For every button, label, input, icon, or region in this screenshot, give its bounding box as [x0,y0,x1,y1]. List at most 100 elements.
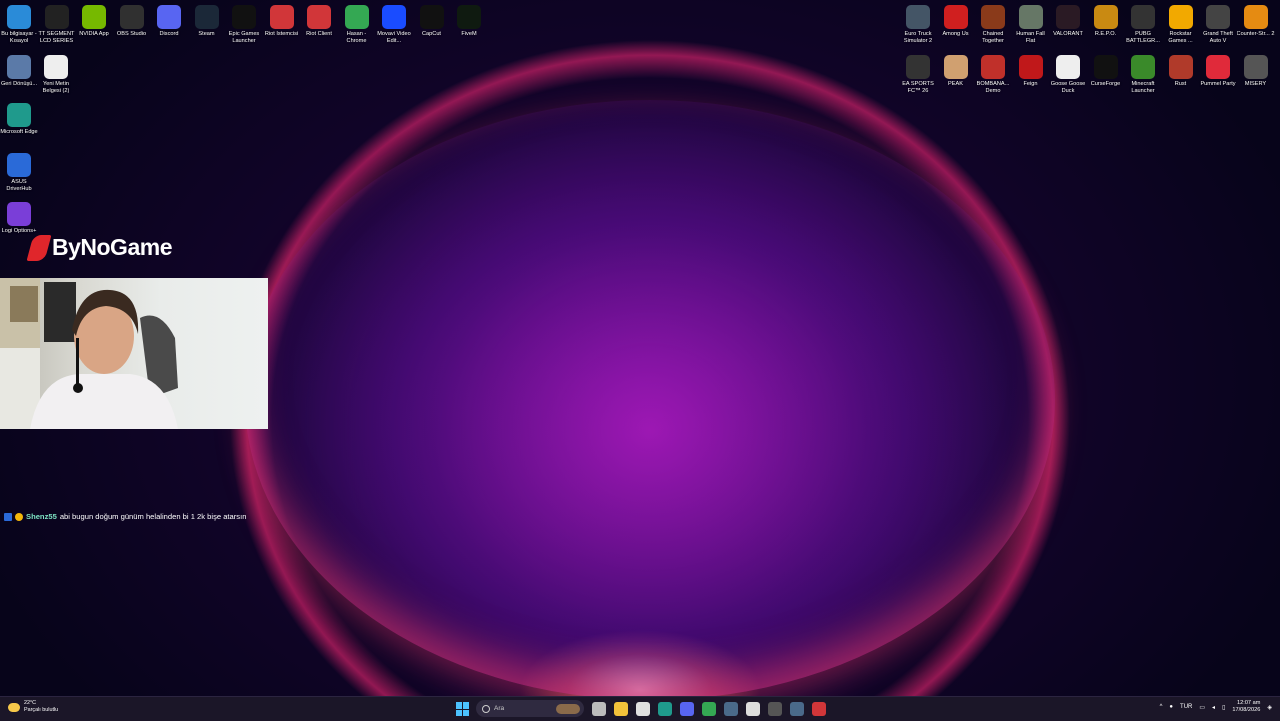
clock[interactable]: 12:07 am 17/08/2026 [1232,700,1260,714]
desktop-icon[interactable]: Feign [1012,55,1050,88]
logi-icon [7,202,31,226]
chevron-up-icon[interactable]: ^ [1160,704,1163,710]
desktop-icon-label: BOMBANA... Demo [976,81,1010,94]
desktop-icon[interactable]: Movavi Video Edit... [375,5,413,45]
fivem-icon [457,5,481,29]
gta-icon [1206,5,1230,29]
chrome-icon[interactable] [702,702,716,716]
bombana-icon [981,55,1005,79]
language-indicator[interactable]: TUR [1180,704,1192,710]
desktop-icon-label: Counter-Str... 2 [1236,31,1275,37]
taskbar: 22°C Parçalı bulutlu Ara ^ ● TUR ▭ ◂ ▯ 1… [0,696,1280,721]
desktop-icon-label: Human Fall Flat [1016,31,1045,44]
chrome-icon [344,5,369,29]
brand-name: ByNoGame [52,234,172,260]
desktop-icon[interactable]: Among Us [937,5,975,38]
desktop-icon[interactable]: Rust [1162,55,1200,88]
desktop-icon-label: Microsoft Edge [0,129,38,135]
desktop-icon[interactable]: Logi Options+ [0,202,38,235]
asus-icon [7,153,31,177]
task-view-icon[interactable] [592,702,606,716]
desktop-icon[interactable]: CurseForge [1087,55,1125,88]
epic-icon[interactable] [746,702,760,716]
curseforge-icon [1093,55,1118,79]
goose-icon [1056,55,1080,79]
microphone-icon[interactable]: ● [1169,704,1173,710]
edge-icon[interactable] [658,702,672,716]
webcam-feed-image [0,278,178,429]
explorer-icon[interactable] [614,702,628,716]
desktop-icon-label: Riot İstemcisi [264,31,299,37]
desktop-icon[interactable]: OBS Studio [113,5,151,38]
movavi-icon [382,5,406,29]
desktop-icon[interactable]: Riot Client [300,5,338,38]
volume-icon[interactable]: ◂ [1212,704,1215,711]
desktop-icon[interactable]: FiveM [450,5,488,38]
discord-icon[interactable] [680,702,694,716]
desktop-icon[interactable]: Epic Games Launcher [225,5,263,45]
desktop-icon[interactable]: Counter-Str... 2 [1237,5,1275,38]
weather-desc: Parçalı bulutlu [24,707,59,713]
riot-icon[interactable] [812,702,826,716]
desktop-icon[interactable]: Minecraft Launcher [1124,55,1162,95]
start-button[interactable] [456,702,470,716]
chat-text: abi bugun doğum günüm helalinden bi 1 2k… [59,512,247,521]
desktop-icon[interactable]: MISERY [1237,55,1275,88]
desktop-icon[interactable]: Euro Truck Simulator 2 [899,5,937,45]
brand-overlay: ByNoGame [26,234,172,261]
desktop-icon-label: PUBG BATTLEGR... [1126,31,1160,44]
desktop-icon[interactable]: BOMBANA... Demo [974,55,1012,95]
search-highlight-icon [556,703,580,714]
minecraft-icon [1131,55,1155,79]
desktop-icon[interactable]: Steam [188,5,226,38]
battery-icon[interactable]: ▯ [1222,704,1225,711]
desktop-icon[interactable]: Discord [150,5,188,38]
desktop-icon-label: FiveM [461,31,477,37]
repo-icon [1093,5,1118,29]
search-icon [482,704,490,713]
desktop-icon[interactable]: CapCut [413,5,451,38]
notifications-icon[interactable]: ◈ [1267,704,1272,711]
desktop-icon[interactable]: R.E.P.O. [1087,5,1125,38]
obs-icon [119,5,144,29]
peak-icon [943,55,968,79]
desktop-icon[interactable]: VALORANT [1049,5,1087,38]
valorant-icon [1056,5,1080,29]
desktop-icon[interactable]: TT SEGMENT LCD SERIES [38,5,76,45]
steam-alt-icon[interactable] [790,702,804,716]
desktop-icon[interactable]: Chained Together [974,5,1012,45]
desktop-icon-label: Minecraft Launcher [1131,81,1155,94]
desktop-icon[interactable]: Pummel Party [1199,55,1237,88]
weather-widget[interactable]: 22°C Parçalı bulutlu [8,700,58,714]
desktop-icon[interactable]: PEAK [937,55,975,88]
desktop-icon[interactable]: Grand Theft Auto V [1199,5,1237,45]
tt-icon [44,5,69,29]
desktop-icon-label: NVIDIA App [79,31,109,37]
desktop-icon[interactable]: Goose Goose Duck [1049,55,1087,95]
store-icon[interactable] [636,702,650,716]
desktop-icon[interactable]: Yeni Metin Belgesi (2) [37,55,75,95]
steam-icon[interactable] [724,702,738,716]
desktop-icon[interactable]: Geri Dönüşü... [0,55,38,88]
desktop-icon-label: Among Us [942,31,969,37]
obs-icon[interactable] [768,702,782,716]
network-icon[interactable]: ▭ [1199,704,1205,711]
desktop-icon-label: R.E.P.O. [1094,31,1117,37]
desktop-icon[interactable]: Hasan - Chrome [338,5,376,45]
desktop-icon[interactable]: Microsoft Edge [0,103,38,136]
desktop-icon-label: PEAK [948,81,963,87]
desktop-icon[interactable]: PUBG BATTLEGR... [1124,5,1162,45]
desktop-icon[interactable]: Rockstar Games ... [1162,5,1200,45]
desktop-icon[interactable]: Bu bilgisayar - Kısayol [0,5,38,45]
weather-cloud-icon [8,702,20,712]
desktop-icon-label: Euro Truck Simulator 2 [903,31,933,44]
desktop-icon[interactable]: Riot İstemcisi [263,5,301,38]
windows-logo-icon [456,702,462,709]
desktop-icon[interactable]: ASUS DriverHub [0,153,38,193]
desktop-icon[interactable]: NVIDIA App [75,5,113,38]
riot-icon [307,5,331,29]
desktop-icon[interactable]: EA SPORTS FC™ 26 [899,55,937,95]
desktop-icon-label: Epic Games Launcher [228,31,260,44]
desktop-icon[interactable]: Human Fall Flat [1012,5,1050,45]
search-box[interactable]: Ara [476,700,584,717]
